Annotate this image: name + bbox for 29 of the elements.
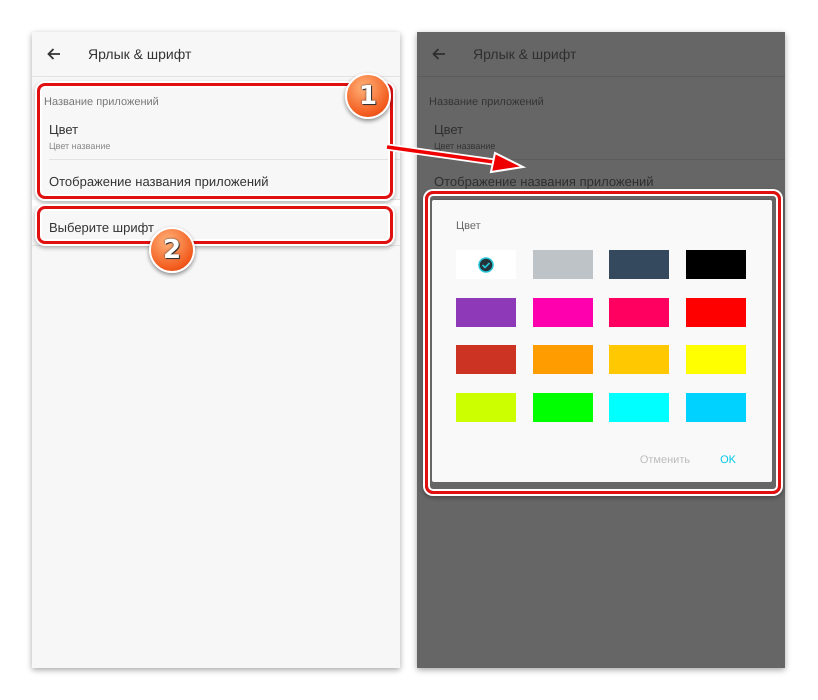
color-swatch[interactable] — [532, 298, 592, 326]
screen-title: Ярлык & шрифт — [88, 46, 192, 62]
color-swatch[interactable] — [609, 250, 669, 279]
color-swatch[interactable] — [456, 298, 516, 326]
color-swatch[interactable] — [456, 345, 516, 374]
color-swatch[interactable] — [609, 298, 669, 326]
color-swatch[interactable] — [456, 392, 516, 422]
dialog-title: Цвет — [456, 220, 482, 232]
color-swatch[interactable] — [609, 345, 669, 374]
color-swatch[interactable] — [532, 345, 592, 374]
section-header: Название приложений — [44, 96, 159, 110]
dialog-button[interactable]: OK — [718, 450, 738, 470]
back-arrow-icon[interactable] — [47, 48, 61, 60]
dialog-button[interactable]: Отменить — [638, 450, 692, 470]
check-icon — [478, 256, 494, 272]
color-swatch[interactable] — [686, 345, 746, 374]
color-swatch[interactable] — [609, 392, 669, 422]
screen-title: Ярлык & шрифт — [473, 46, 576, 62]
setting-title[interactable]: Цвет — [49, 122, 78, 137]
color-swatch[interactable] — [456, 250, 516, 279]
color-swatch[interactable] — [686, 392, 746, 422]
color-swatch[interactable] — [686, 298, 746, 326]
setting-title[interactable]: Отображение названия приложений — [49, 174, 269, 189]
setting-subtitle: Цвет название — [49, 141, 110, 151]
setting-title[interactable]: Отображение названия приложений — [434, 174, 654, 189]
color-swatch[interactable] — [686, 250, 746, 279]
color-swatch[interactable] — [532, 250, 592, 279]
setting-title[interactable]: Цвет — [434, 122, 464, 137]
color-swatch[interactable] — [532, 392, 592, 422]
